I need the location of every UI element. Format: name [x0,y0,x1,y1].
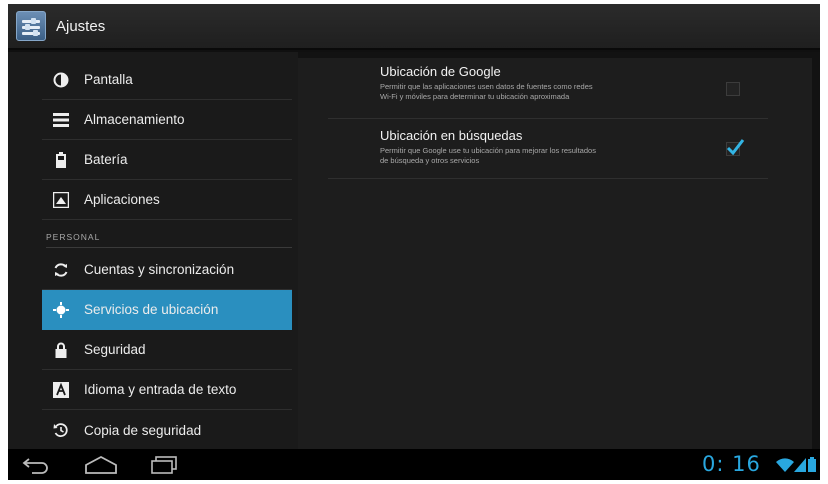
pref-summary: Permitir que Google use tu ubicación par… [380,146,596,165]
pref-google-location[interactable]: Ubicación de Google Permitir que las apl… [380,64,760,102]
checkmark-icon [726,139,745,156]
settings-icon[interactable] [16,11,46,41]
pref-title: Ubicación en búsquedas [380,128,523,143]
sidebar-item-copia[interactable]: Copia de seguridad [42,410,292,449]
divider [328,118,768,119]
settings-window: Ajustes Pantalla Almacenamiento Batería [8,4,820,480]
lock-icon [52,341,70,359]
sidebar-item-label: Cuentas y sincronización [84,262,235,277]
pref-summary: Permitir que las aplicaciones usen datos… [380,82,593,101]
battery-icon [52,151,70,169]
preferences-list: Ubicación de Google Permitir que las apl… [298,58,812,449]
sidebar-item-label: Servicios de ubicación [84,302,219,317]
google-location-checkbox[interactable] [726,82,740,96]
apps-icon [52,191,70,209]
language-icon [52,381,70,399]
action-bar: Ajustes [8,4,820,50]
sync-icon [52,261,70,279]
signal-icon [794,458,806,477]
navigation-bar: 0: 16 [8,449,820,480]
sidebar-item-label: Batería [84,152,128,167]
location-icon [52,301,70,319]
sidebar-item-aplicaciones[interactable]: Aplicaciones [42,180,292,220]
home-icon[interactable] [84,455,117,475]
battery-status-icon [808,457,816,477]
brightness-icon [52,71,70,89]
divider [328,178,768,179]
sidebar-item-ubicacion[interactable]: Servicios de ubicación [42,290,292,330]
pref-title: Ubicación de Google [380,64,501,79]
pref-search-location[interactable]: Ubicación en búsquedas Permitir que Goog… [380,128,760,166]
sidebar-item-label: Pantalla [84,72,133,87]
sidebar-item-cuentas[interactable]: Cuentas y sincronización [42,250,292,290]
sidebar-item-label: Seguridad [84,342,146,357]
sidebar-item-idioma[interactable]: Idioma y entrada de texto [42,370,292,410]
sidebar-item-label: Aplicaciones [84,192,160,207]
sidebar-item-almacenamiento[interactable]: Almacenamiento [42,100,292,140]
sidebar-item-label: Copia de seguridad [84,422,202,438]
sidebar-item-pantalla[interactable]: Pantalla [42,60,292,100]
search-location-checkbox[interactable] [726,139,745,156]
page-title: Ajustes [56,17,106,35]
storage-icon [52,111,70,129]
recent-apps-icon[interactable] [150,455,180,475]
sidebar-item-label: Almacenamiento [84,112,185,127]
sidebar-item-label: Idioma y entrada de texto [84,382,237,397]
clock: 0: 16 [702,452,761,476]
back-icon[interactable] [22,455,52,475]
sidebar-item-bateria[interactable]: Batería [42,140,292,180]
wifi-icon [776,458,794,477]
sidebar-item-seguridad[interactable]: Seguridad [42,330,292,370]
section-header-personal: PERSONAL [46,232,292,248]
settings-sidebar: Pantalla Almacenamiento Batería Aplicaci… [8,52,298,449]
location-settings-panel: Ubicación de Google Permitir que las apl… [298,52,820,449]
backup-icon [52,421,70,439]
